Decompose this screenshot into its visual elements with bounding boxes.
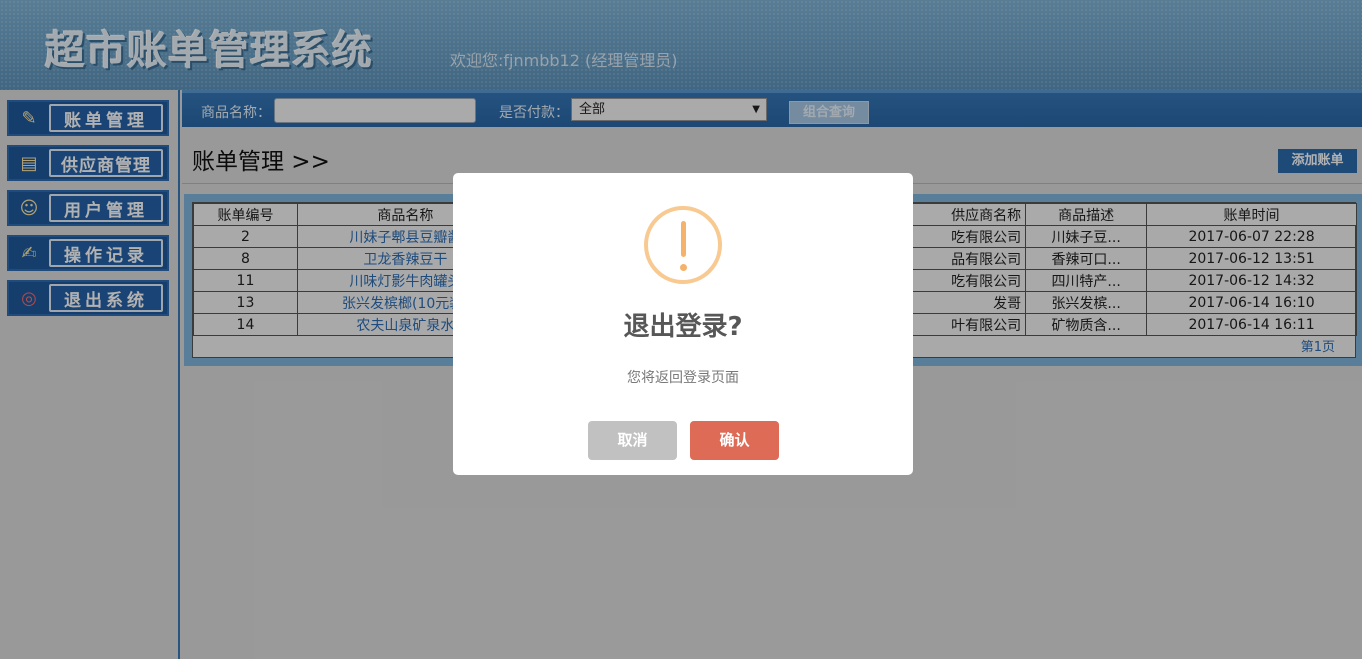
confirm-button[interactable]: 确认	[690, 421, 779, 460]
logout-dialog: 退出登录? 您将返回登录页面 取消 确认	[453, 173, 913, 475]
warning-icon	[644, 206, 722, 284]
cancel-button[interactable]: 取消	[588, 421, 677, 460]
warning-icon-dot	[680, 264, 687, 271]
dialog-title: 退出登录?	[623, 312, 743, 342]
warning-icon-bar	[681, 221, 686, 257]
dialog-message: 您将返回登录页面	[627, 370, 739, 386]
